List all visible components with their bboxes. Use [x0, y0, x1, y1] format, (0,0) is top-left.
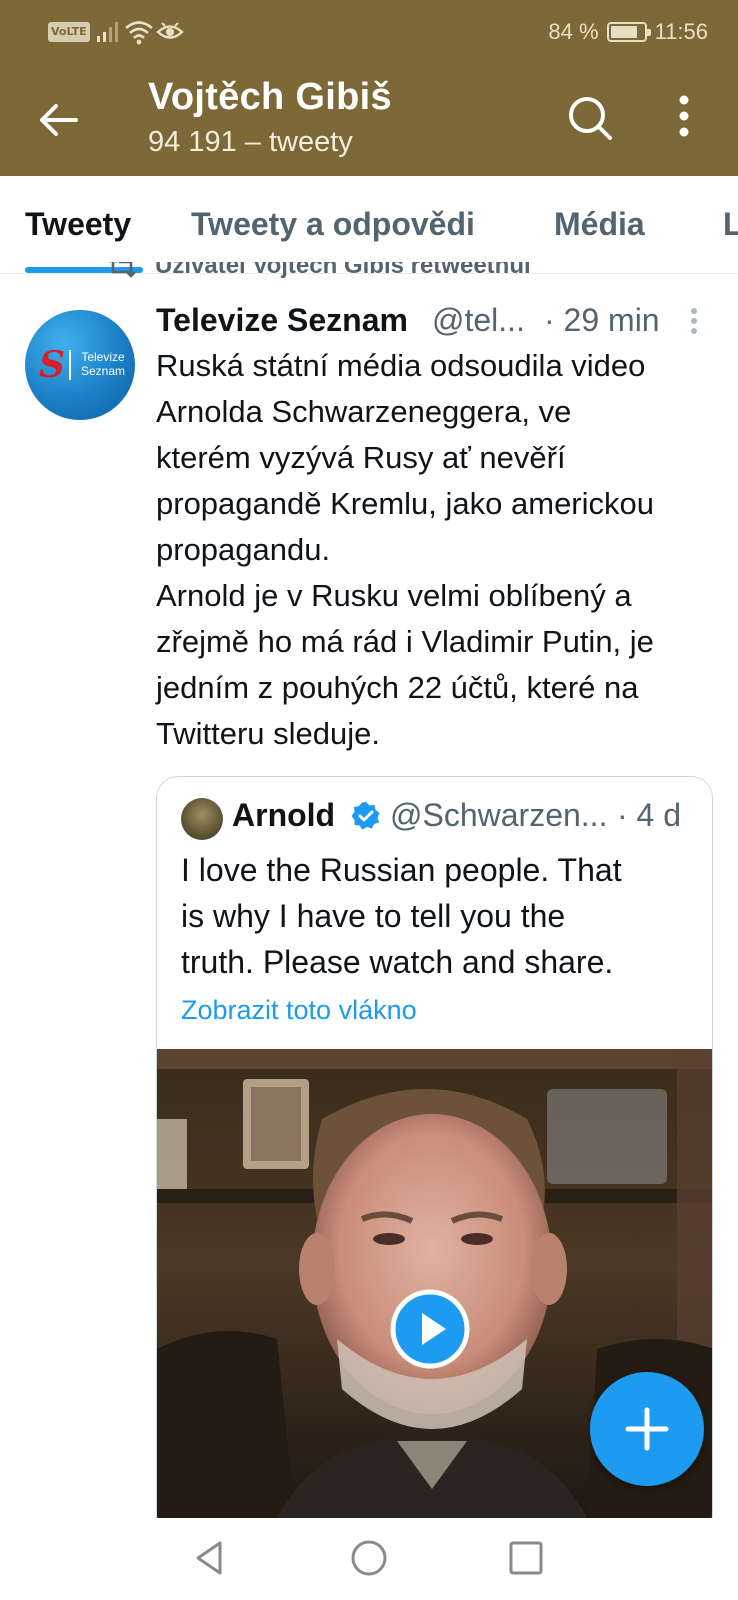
status-right: 84 % 11:56 — [548, 18, 708, 46]
tweet-text-line: propagandě Kremlu, jako americkou — [156, 486, 654, 521]
play-button[interactable] — [390, 1289, 470, 1369]
more-vertical-icon — [679, 95, 689, 137]
tweet-text-line: Arnolda Schwarzeneggera, ve — [156, 394, 572, 429]
clock: 11:56 — [654, 19, 708, 44]
quoted-tweet-time: · 4 d — [617, 797, 682, 833]
show-thread-link[interactable]: Zobrazit toto vlákno — [181, 995, 417, 1026]
tab-likes[interactable]: L — [723, 206, 738, 243]
quoted-author-name: Arnold — [232, 797, 336, 833]
tweet-text: Ruská státní média odsoudila video Arnol… — [156, 343, 724, 757]
avatar-divider — [69, 350, 71, 380]
home-circle-icon[interactable] — [349, 1538, 389, 1578]
eye-comfort-icon — [156, 22, 184, 39]
author-handle[interactable]: @tel... — [432, 302, 525, 339]
tab-tweets[interactable]: Tweety — [25, 206, 131, 243]
tweet-time[interactable]: · 29 min — [544, 302, 660, 339]
cellular-signal-icon — [97, 22, 118, 42]
search-icon — [569, 97, 612, 140]
tab-media[interactable]: Média — [554, 206, 645, 243]
tweet-text-line: Ruská státní média odsoudila video — [156, 348, 646, 383]
quoted-tweet-text: I love the Russian people. That is why I… — [181, 847, 681, 985]
back-triangle-icon[interactable] — [190, 1538, 230, 1578]
tweet-text-line: zřejmě ho má rád i Vladimir Putin, je — [156, 624, 654, 659]
profile-header: Vojtěch Gibiš 94 191 – tweety — [0, 64, 738, 176]
quoted-text-line: I love the Russian people. That — [181, 852, 622, 888]
battery-icon — [606, 22, 651, 42]
tweet-text-line: propagandu. — [156, 532, 331, 567]
retweet-context: Uživatel Vojtěch Gibiš retweetnul — [105, 262, 725, 280]
battery-level — [610, 26, 638, 38]
status-bar: VoLTE 84 % 11:56 — [0, 0, 738, 64]
plus-icon — [625, 1407, 669, 1451]
recents-square-icon[interactable] — [506, 1538, 546, 1578]
profile-tabs: Tweety Tweety a odpovědi Média L — [0, 176, 738, 274]
avatar-logo-text: Televize Seznam — [80, 350, 126, 378]
tweet-count: 94 191 – tweety — [148, 126, 353, 158]
tweet-text-line: kterém vyzývá Rusy ať nevěří — [156, 440, 566, 475]
retweet-label: Uživatel Vojtěch Gibiš retweetnul — [155, 262, 531, 279]
tweet-more-icon[interactable] — [684, 306, 704, 336]
quoted-author-handle: @Schwarzen... — [390, 797, 608, 833]
author-name[interactable]: Televize Seznam — [156, 302, 408, 339]
system-navigation-bar — [0, 1518, 738, 1600]
tweet-text-line: Twitteru sleduje. — [156, 716, 380, 751]
profile-name: Vojtěch Gibiš — [148, 76, 392, 118]
back-button[interactable] — [34, 96, 82, 144]
arrow-left-icon — [40, 104, 78, 136]
tweet-header: Televize Seznam @tel... · 29 min — [156, 302, 716, 342]
quoted-text-line: is why I have to tell you the — [181, 898, 566, 934]
seznam-logo-icon: S — [39, 344, 65, 386]
verified-badge-icon — [351, 802, 380, 830]
quoted-author-avatar — [181, 798, 223, 840]
author-avatar[interactable]: S Televize Seznam — [25, 310, 135, 420]
wifi-icon — [125, 21, 153, 45]
play-icon — [390, 1289, 470, 1369]
tweet-text-line: jedním z pouhých 22 účtů, které na — [156, 670, 639, 705]
search-button[interactable] — [566, 94, 614, 142]
quoted-text-line: truth. Please watch and share. — [181, 944, 614, 980]
tweet-text-line: Arnold je v Rusku velmi oblíbený a — [156, 578, 632, 613]
battery-percent: 84 % — [548, 19, 599, 44]
tab-tweets-and-replies[interactable]: Tweety a odpovědi — [191, 206, 475, 243]
more-options-button[interactable] — [664, 92, 704, 144]
retweet-icon — [109, 262, 136, 278]
compose-tweet-button[interactable] — [590, 1372, 704, 1486]
volte-indicator: VoLTE — [48, 22, 90, 42]
